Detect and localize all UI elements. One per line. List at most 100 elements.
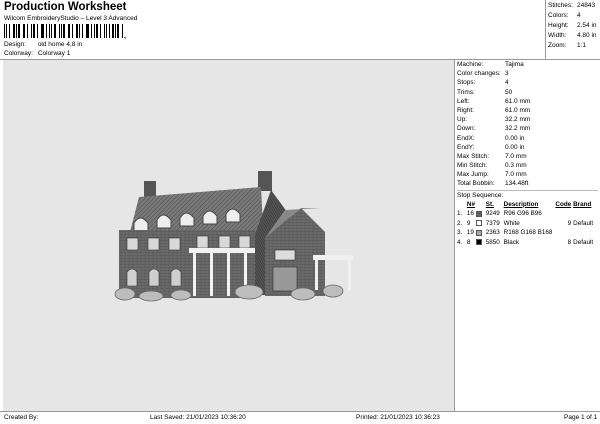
info-row: Machine: Tajima — [457, 60, 598, 69]
barcode-bar — [106, 24, 107, 38]
design-value: old home 4,8 in — [37, 41, 83, 48]
row-description: R168 G168 B168 — [503, 229, 553, 237]
row-brand: Default — [573, 219, 594, 227]
stop-sequence-row: 2. 9 7379 White 9 Default — [457, 219, 598, 229]
stat-label: Width: — [548, 32, 567, 39]
barcode-bar — [94, 24, 96, 38]
barcode-bar — [26, 24, 29, 38]
barcode-bar — [8, 24, 10, 38]
barcode-bar — [90, 24, 92, 38]
design-row: Design: old home 4,8 in — [4, 41, 82, 48]
col-description: Description — [503, 200, 539, 208]
barcode-bar — [4, 24, 6, 38]
barcode-bar — [117, 24, 120, 38]
barcode-bar — [122, 24, 123, 38]
stat-value: 2.54 in — [577, 22, 597, 29]
barcode-bar — [72, 24, 73, 38]
barcode-bar — [85, 24, 87, 38]
barcode-bar — [108, 24, 110, 38]
info-label: Color changes: — [457, 70, 501, 78]
row-index: 1. — [457, 210, 463, 218]
info-row: Trims: 50 — [457, 88, 598, 97]
machine-info-list: Machine: Tajima Color changes: 3 Stops: 4 Trim… — [457, 60, 598, 189]
color-swatch-icon — [475, 210, 482, 217]
info-value: 61.0 mm — [505, 106, 531, 114]
info-value: 0.3 mm — [505, 162, 527, 170]
col-code: Code — [555, 200, 572, 208]
info-value: 134.48ft — [505, 180, 529, 188]
info-label: EndY: — [457, 143, 475, 151]
stat-value: 24843 — [577, 2, 596, 9]
row-needle: 19 — [466, 229, 474, 237]
barcode-bar — [22, 24, 24, 38]
stat-value: 4.80 in — [577, 32, 597, 39]
colorway-label: Colorway: — [4, 50, 33, 57]
house-embroidery-image — [114, 171, 353, 302]
info-value: 0.00 in — [505, 134, 525, 142]
design-preview[interactable] — [3, 60, 454, 411]
info-label: Trims: — [457, 88, 475, 96]
info-label: EndX: — [457, 134, 475, 142]
barcode-bar — [60, 24, 62, 38]
info-value: 7.0 mm — [505, 171, 527, 179]
info-row: Stops: 4 — [457, 78, 598, 87]
info-row: Down: 32.2 mm — [457, 124, 598, 133]
color-swatch-icon — [475, 229, 482, 236]
info-label: Stops: — [457, 79, 476, 87]
info-label: Down: — [457, 125, 476, 133]
lower-windows — [126, 268, 182, 287]
wing-bay — [272, 266, 298, 292]
barcode-bar — [18, 24, 20, 38]
row-description: White — [503, 219, 520, 227]
barcode-bar — [42, 24, 44, 38]
info-value: 3 — [505, 70, 509, 78]
info-label: Up: — [457, 116, 468, 124]
row-index: 4. — [457, 238, 463, 246]
colorway-value: Colorway 1 — [37, 50, 71, 57]
info-label: Min Stitch: — [457, 162, 488, 170]
barcode — [4, 24, 124, 38]
row-brand: Default — [573, 238, 594, 246]
info-row: Color changes: 3 — [457, 69, 598, 78]
info-value: 0.00 in — [505, 143, 525, 151]
info-label: Max Jump: — [457, 171, 489, 179]
barcode-bar — [31, 24, 32, 38]
row-description: R96 G96 B96 — [503, 210, 542, 218]
barcode-bar — [54, 24, 57, 38]
stat-label: Height: — [548, 22, 569, 29]
row-stitches: 7379 — [485, 219, 500, 227]
info-value: 4 — [505, 79, 509, 87]
info-row: EndY: 0.00 in — [457, 143, 598, 152]
barcode-bar — [40, 24, 42, 38]
stat-value: 1:1 — [577, 42, 587, 49]
stop-sequence-row: 1. 16 9249 R96 G96 B96 — [457, 209, 598, 219]
row-stitches: 2363 — [485, 229, 500, 237]
side-porch-post — [315, 260, 318, 290]
info-row: EndX: 0.00 in — [457, 134, 598, 143]
stat-row: Stitches: 24843 — [548, 1, 598, 11]
barcode-bar — [69, 24, 71, 38]
info-value: 50 — [505, 88, 513, 96]
barcode-bar — [36, 24, 38, 38]
barcode-bar — [75, 24, 78, 38]
last-saved: Last Saved: 21/01/2023 10:36:20 — [150, 414, 246, 421]
barcode-bar — [114, 24, 116, 38]
info-value: 32.2 mm — [505, 125, 531, 133]
side-porch-post — [348, 260, 351, 290]
barcode-bar — [12, 24, 15, 38]
barcode-bar — [78, 24, 81, 38]
stop-sequence-header: N# St. Description Code Brand — [457, 200, 598, 210]
stop-sequence-row: 3. 19 2363 R168 G168 B168 — [457, 228, 598, 238]
color-swatch-icon — [475, 220, 482, 227]
page-title: Production Worksheet — [4, 1, 127, 13]
color-swatch — [475, 210, 486, 217]
info-row: Min Stitch: 0.3 mm — [457, 161, 598, 170]
stat-value: 4 — [577, 12, 581, 19]
color-swatch-icon — [475, 239, 482, 246]
barcode-bar — [82, 24, 83, 38]
row-needle: 8 — [466, 238, 471, 246]
barcode-bar — [15, 24, 17, 38]
info-row: Right: 61.0 mm — [457, 106, 598, 115]
printed-date: Printed: 21/01/2023 10:36:23 — [356, 414, 440, 421]
info-label: Left: — [457, 97, 470, 105]
